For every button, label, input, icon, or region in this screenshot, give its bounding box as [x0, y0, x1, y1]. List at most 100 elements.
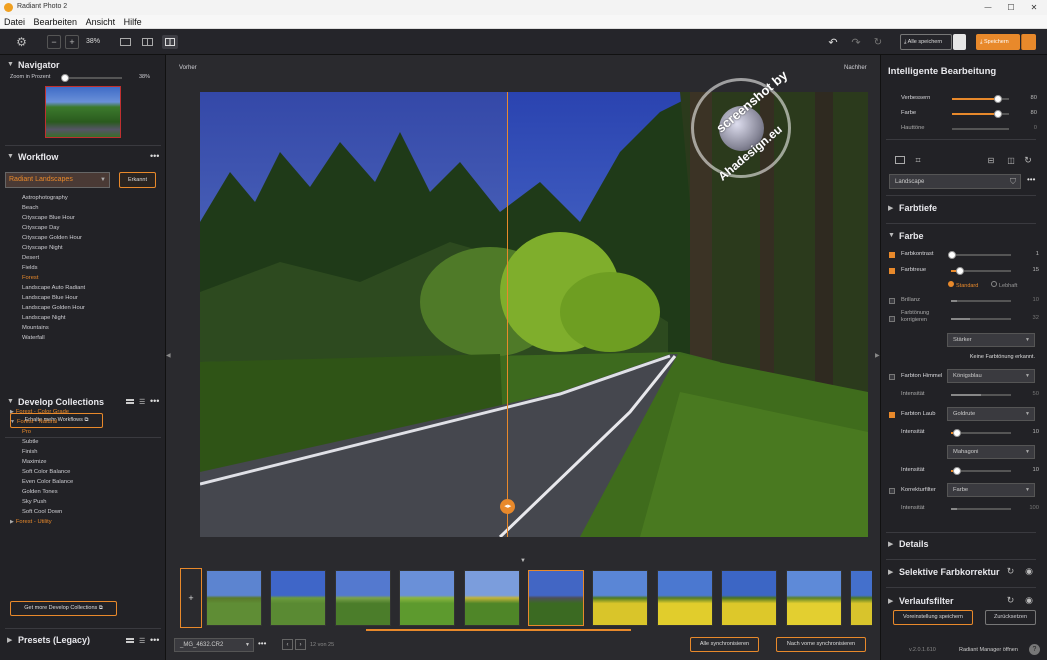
filename-select[interactable]: _MG_4632.CR2 ▼ — [174, 638, 254, 652]
option-checkbox[interactable] — [889, 316, 895, 322]
workflow-item[interactable]: Mountains — [22, 323, 152, 333]
workflow-item[interactable]: Astrophotography — [22, 193, 152, 203]
grid-view-icon[interactable] — [126, 399, 134, 404]
save-all-options-icon[interactable] — [953, 34, 966, 50]
filmstrip-thumbnail[interactable] — [850, 570, 872, 626]
filmstrip-thumbnail[interactable] — [721, 570, 778, 626]
presets-expand-icon[interactable]: ▶ — [7, 636, 12, 644]
filmstrip-more-icon[interactable]: ••• — [258, 639, 266, 648]
redo-icon[interactable]: ↷ — [849, 35, 863, 49]
slider-knob[interactable] — [953, 429, 961, 437]
option-checkbox[interactable] — [889, 268, 895, 274]
slider-track[interactable] — [952, 128, 1009, 130]
navigator-thumbnail[interactable] — [45, 86, 121, 138]
side-by-side-view-icon[interactable] — [142, 38, 153, 46]
collection-group[interactable]: ▼ Forest - Natural — [10, 417, 150, 427]
presets-list-view-icon[interactable]: ☰ — [139, 637, 145, 645]
slider-track[interactable] — [948, 251, 1011, 259]
selective-title[interactable]: Selektive Farbkorrektur — [899, 567, 1000, 577]
sync-all-button[interactable]: Alle synchronisieren — [690, 637, 759, 652]
sky-select[interactable]: Königsblau ▼ — [947, 369, 1035, 383]
more-collections-button[interactable]: Get more Develop Collections ⧉ — [10, 601, 117, 616]
workflow-more-icon[interactable]: ••• — [150, 151, 159, 161]
workflow-item[interactable]: Landscape Night — [22, 313, 152, 323]
collection-item[interactable]: Golden Tones — [10, 487, 150, 497]
navigator-collapse-icon[interactable]: ▼ — [7, 61, 14, 68]
farbe-title[interactable]: Farbe — [899, 231, 924, 241]
slider-knob[interactable] — [956, 267, 964, 275]
menu-datei[interactable]: Datei — [4, 17, 25, 27]
verlauf-visibility-icon[interactable]: ◉ — [1023, 595, 1035, 606]
navigator-zoom-knob[interactable] — [61, 74, 69, 82]
refresh-icon[interactable]: ↻ — [871, 35, 885, 49]
foliage-checkbox[interactable] — [889, 412, 895, 418]
single-view-icon[interactable] — [120, 38, 131, 46]
zoom-out-button[interactable]: − — [47, 35, 61, 49]
collections-more-icon[interactable]: ••• — [150, 396, 159, 406]
presets-more-icon[interactable]: ••• — [150, 635, 159, 645]
split-view-icon[interactable] — [162, 35, 178, 49]
slider-track[interactable] — [952, 95, 1009, 103]
filter-checkbox[interactable] — [889, 488, 895, 494]
option-checkbox[interactable] — [889, 252, 895, 258]
verlauf-expand-icon[interactable]: ▶ — [888, 597, 893, 605]
workflow-item[interactable]: Waterfall — [22, 333, 152, 343]
radio-standard[interactable]: Standard — [948, 281, 978, 289]
save-options-icon[interactable] — [1021, 34, 1036, 50]
filmstrip-thumbnail[interactable] — [463, 570, 520, 626]
foliage-secondary-select[interactable]: Mahagoni ▼ — [947, 445, 1035, 459]
slider-knob[interactable] — [948, 251, 957, 259]
slider-track[interactable] — [951, 267, 1011, 275]
workflow-item[interactable]: Cityscape Golden Hour — [22, 233, 152, 243]
close-button[interactable]: ✕ — [1024, 1, 1044, 13]
filter-select[interactable]: Farbe ▼ — [947, 483, 1035, 497]
sync-forward-button[interactable]: Nach vorne synchronisieren — [776, 637, 866, 652]
verlauf-reset-icon[interactable]: ↻ — [1005, 595, 1016, 606]
collapse-right-panel-icon[interactable]: ▶ — [875, 352, 880, 359]
verlauf-title[interactable]: Verlaufsfilter — [899, 596, 954, 606]
slider-track[interactable] — [952, 110, 1009, 118]
save-button[interactable]: ⤓ Speichern — [976, 34, 1020, 50]
radio-lebhaft[interactable]: Lebhaft — [991, 281, 1017, 289]
settings-gear-icon[interactable]: ⚙ — [14, 35, 29, 49]
presets-grid-view-icon[interactable] — [126, 638, 134, 643]
previous-image-icon[interactable]: ‹ — [282, 639, 293, 650]
split-toggle-icon[interactable]: ◫ — [1005, 154, 1017, 166]
collapse-triangle-icon[interactable]: ▼ — [7, 398, 14, 405]
filmstrip-thumbnail[interactable] — [785, 570, 842, 626]
maximize-button[interactable]: ☐ — [1001, 1, 1021, 13]
collection-item[interactable]: Pro — [10, 427, 150, 437]
filmstrip-thumbnail[interactable] — [528, 570, 584, 626]
help-icon[interactable]: ? — [1029, 644, 1040, 655]
filmstrip-thumbnail[interactable] — [656, 570, 713, 626]
slider-track[interactable] — [951, 318, 1011, 320]
workflow-collapse-icon[interactable]: ▼ — [7, 153, 14, 160]
farbtiefe-title[interactable]: Farbtiefe — [899, 203, 937, 213]
workflow-item[interactable]: Landscape Golden Hour — [22, 303, 152, 313]
filmstrip-thumbnail[interactable] — [399, 570, 456, 626]
filmstrip-thumbnail[interactable] — [334, 570, 391, 626]
radiant-manager-link[interactable]: Radiant Manager öffnen — [959, 647, 1018, 653]
workflow-item[interactable]: Cityscape Blue Hour — [22, 213, 152, 223]
foliage-select[interactable]: Goldrute ▼ — [947, 407, 1035, 421]
preset-select[interactable]: Landscape ⛉ — [889, 174, 1021, 189]
option-checkbox[interactable] — [889, 298, 895, 304]
collection-item[interactable]: Maximize — [10, 457, 150, 467]
zoom-in-button[interactable]: + — [65, 35, 79, 49]
menu-ansicht[interactable]: Ansicht — [86, 17, 116, 27]
collapse-left-panel-icon[interactable]: ◀ — [166, 352, 171, 359]
workflow-item[interactable]: Landscape Auto Radiant — [22, 283, 152, 293]
filmstrip-thumbnail[interactable] — [592, 570, 649, 626]
details-title[interactable]: Details — [899, 539, 929, 549]
menu-bearbeiten[interactable]: Bearbeiten — [34, 17, 78, 27]
selective-reset-icon[interactable]: ↻ — [1005, 566, 1016, 577]
compare-icon[interactable]: ⊟ — [985, 154, 997, 166]
save-all-button[interactable]: ⤓ Alle speichern — [900, 34, 952, 50]
list-view-icon[interactable]: ☰ — [139, 398, 145, 406]
minimize-button[interactable]: — — [978, 1, 998, 13]
menu-hilfe[interactable]: Hilfe — [124, 17, 142, 27]
slider-track[interactable] — [951, 508, 1011, 510]
slider-track[interactable] — [951, 467, 1011, 475]
strength-select[interactable]: Stärker ▼ — [947, 333, 1035, 347]
workflow-item[interactable]: Forest — [22, 273, 152, 283]
